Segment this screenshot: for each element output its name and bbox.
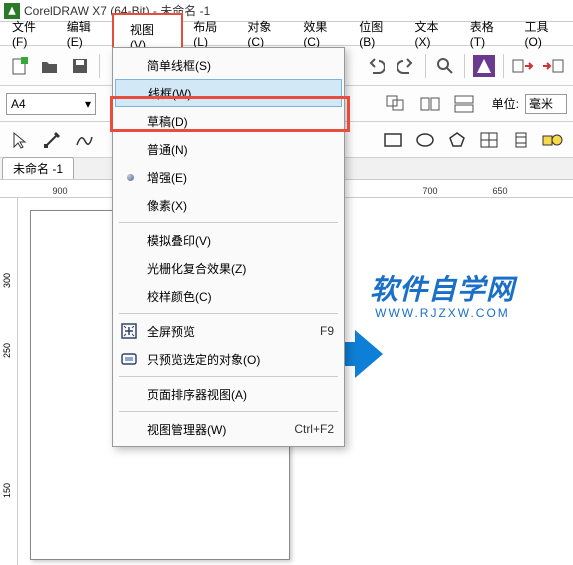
freehand-tool[interactable] bbox=[70, 127, 98, 153]
watermark-en: WWW.RJZXW.COM bbox=[370, 306, 515, 320]
open-button[interactable] bbox=[36, 52, 64, 80]
graph-paper-tool[interactable] bbox=[475, 127, 503, 153]
watermark: 软件自学网 WWW.RJZXW.COM bbox=[370, 268, 515, 320]
menu-table[interactable]: 表格(T) bbox=[460, 15, 515, 52]
layout-btn-1[interactable] bbox=[382, 91, 410, 117]
blue-arrow-shape bbox=[355, 330, 383, 378]
menu-edit[interactable]: 编辑(E) bbox=[57, 15, 112, 52]
ellipse-tool[interactable] bbox=[411, 127, 439, 153]
view-menu-dropdown: 简单线框(S) 线框(W) 草稿(D) 普通(N) 增强(E) 像素(X) 模拟… bbox=[112, 47, 345, 447]
unit-value: 毫米 bbox=[529, 95, 553, 112]
new-button[interactable] bbox=[6, 52, 34, 80]
menu-proof-colors[interactable]: 校样颜色(C) bbox=[113, 282, 344, 310]
pick-tool[interactable] bbox=[6, 127, 34, 153]
menu-wireframe[interactable]: 线框(W) bbox=[115, 79, 342, 107]
menu-preview-selected[interactable]: 只预览选定的对象(O) bbox=[113, 345, 344, 373]
menu-fullscreen-preview[interactable]: 全屏预览 F9 bbox=[113, 317, 344, 345]
redo-button[interactable] bbox=[392, 52, 420, 80]
search-button[interactable] bbox=[431, 52, 459, 80]
menu-bitmap[interactable]: 位图(B) bbox=[349, 15, 404, 52]
dropdown-icon: ▾ bbox=[85, 97, 91, 111]
menu-enhanced[interactable]: 增强(E) bbox=[113, 163, 344, 191]
spiral-tool[interactable] bbox=[507, 127, 535, 153]
shape-tool[interactable] bbox=[38, 127, 66, 153]
menu-page-sorter[interactable]: 页面排序器视图(A) bbox=[113, 380, 344, 408]
save-button[interactable] bbox=[66, 52, 94, 80]
rectangle-tool[interactable] bbox=[379, 127, 407, 153]
menu-separator bbox=[119, 376, 338, 377]
watermark-cn: 软件自学网 bbox=[370, 268, 515, 308]
menu-separator bbox=[119, 313, 338, 314]
shortcut-label: F9 bbox=[320, 324, 334, 338]
fullscreen-icon bbox=[119, 321, 139, 341]
radio-selected-icon bbox=[127, 174, 134, 181]
menu-text[interactable]: 文本(X) bbox=[405, 15, 460, 52]
unit-select[interactable]: 毫米 bbox=[525, 94, 567, 114]
menu-simple-wireframe[interactable]: 简单线框(S) bbox=[113, 51, 344, 79]
launch-button[interactable] bbox=[470, 52, 498, 80]
undo-button[interactable] bbox=[362, 52, 390, 80]
menu-bar: 文件(F) 编辑(E) 视图(V) 布局(L) 对象(C) 效果(C) 位图(B… bbox=[0, 22, 573, 46]
menu-normal[interactable]: 普通(N) bbox=[113, 135, 344, 163]
menu-file[interactable]: 文件(F) bbox=[2, 15, 57, 52]
shortcut-label: Ctrl+F2 bbox=[294, 422, 334, 436]
paper-size-select[interactable]: A4 ▾ bbox=[6, 93, 96, 115]
menu-tools[interactable]: 工具(O) bbox=[515, 15, 571, 52]
layout-btn-3[interactable] bbox=[450, 91, 478, 117]
preview-selected-icon bbox=[119, 349, 139, 369]
menu-view-manager[interactable]: 视图管理器(W) Ctrl+F2 bbox=[113, 415, 344, 443]
document-tab[interactable]: 未命名 -1 bbox=[2, 157, 74, 179]
layout-btn-2[interactable] bbox=[416, 91, 444, 117]
menu-rasterize-effects[interactable]: 光栅化复合效果(Z) bbox=[113, 254, 344, 282]
menu-separator bbox=[119, 222, 338, 223]
menu-pixels[interactable]: 像素(X) bbox=[113, 191, 344, 219]
basic-shapes-tool[interactable] bbox=[539, 127, 567, 153]
snap-button-2[interactable] bbox=[539, 52, 567, 80]
menu-separator bbox=[119, 411, 338, 412]
menu-draft[interactable]: 草稿(D) bbox=[113, 107, 344, 135]
paper-size-value: A4 bbox=[11, 97, 26, 111]
snap-button-1[interactable] bbox=[509, 52, 537, 80]
menu-simulate-overprint[interactable]: 模拟叠印(V) bbox=[113, 226, 344, 254]
vertical-ruler: 300 250 150 bbox=[0, 198, 18, 565]
polygon-tool[interactable] bbox=[443, 127, 471, 153]
unit-label: 单位: bbox=[492, 95, 519, 112]
